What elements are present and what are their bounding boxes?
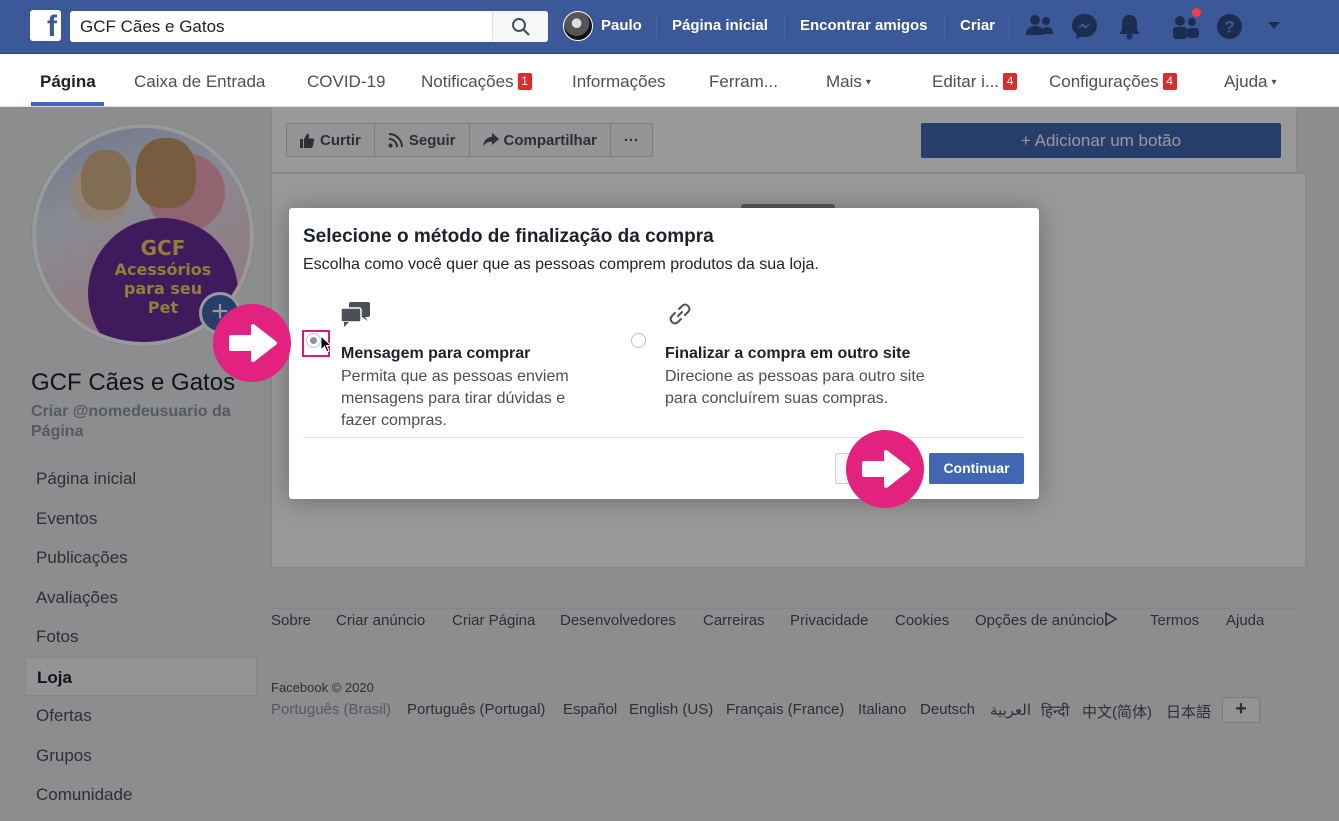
top-navigation-bar: f GCF Cães e Gatos Paulo Página inicial …	[0, 0, 1339, 54]
facebook-logo-icon[interactable]: f	[30, 10, 61, 43]
svg-text:?: ?	[1224, 18, 1234, 37]
continue-button[interactable]: Continuar	[929, 453, 1024, 484]
radio-checkout-other-site[interactable]	[631, 333, 646, 348]
dropdown-icon[interactable]	[1266, 20, 1282, 32]
create-link[interactable]: Criar	[960, 17, 995, 34]
dialog-divider	[303, 437, 1024, 438]
notifications-icon[interactable]	[1117, 13, 1142, 40]
home-link[interactable]: Página inicial	[672, 17, 768, 34]
tab-covid-19[interactable]: COVID-19	[307, 72, 385, 92]
profile-avatar[interactable]	[563, 11, 593, 41]
tab-ajuda[interactable]: Ajuda ▾	[1224, 72, 1277, 92]
mouse-cursor-icon	[320, 335, 332, 353]
friend-requests-icon[interactable]	[1026, 13, 1054, 39]
option-description: Permita que as pessoas enviem mensagens …	[341, 368, 569, 429]
dialog-title: Selecione o método de finalização da com…	[303, 226, 714, 247]
tab-pagina[interactable]: Página	[40, 72, 96, 92]
search-input[interactable]: GCF Cães e Gatos	[80, 17, 225, 37]
tab-mais[interactable]: Mais ▾	[826, 72, 871, 92]
tab-ferramentas[interactable]: Ferram...	[709, 72, 778, 92]
checkout-method-dialog: Selecione o método de finalização da com…	[289, 208, 1039, 499]
search-icon	[512, 18, 530, 36]
link-chain-icon	[669, 303, 691, 325]
messenger-icon[interactable]	[1071, 13, 1098, 40]
edit-badge: 4	[1003, 73, 1018, 90]
option-title: Finalizar a compra em outro site	[665, 345, 911, 362]
tab-informacoes[interactable]: Informações	[572, 72, 666, 92]
tab-editar-informacoes[interactable]: Editar i... 4	[932, 72, 1018, 92]
active-tab-indicator	[31, 102, 104, 106]
tab-caixa-de-entrada[interactable]: Caixa de Entrada	[134, 72, 265, 92]
find-friends-link[interactable]: Encontrar amigos	[800, 17, 928, 34]
search-button[interactable]	[492, 11, 548, 42]
page-tabs-bar: Página Caixa de Entrada COVID-19 Notific…	[0, 54, 1339, 107]
chat-bubbles-icon	[341, 302, 370, 327]
settings-badge: 4	[1162, 73, 1177, 90]
option-description: Direcione as pessoas para outro site par…	[665, 368, 925, 407]
dialog-subtitle: Escolha como você quer que as pessoas co…	[303, 256, 819, 273]
notification-dot	[1190, 6, 1203, 19]
caret-down-icon: ▾	[1271, 77, 1277, 88]
pink-arrow-pointer-icon	[846, 430, 924, 508]
tab-configuracoes[interactable]: Configurações 4	[1049, 72, 1177, 92]
tab-notificacoes[interactable]: Notificações 1	[421, 72, 532, 92]
help-icon[interactable]: ?	[1216, 13, 1243, 40]
search-box[interactable]: GCF Cães e Gatos	[70, 11, 548, 42]
pink-arrow-pointer-icon	[213, 304, 291, 382]
option-title: Mensagem para comprar	[341, 345, 531, 362]
notification-badge: 1	[517, 73, 532, 90]
profile-name-link[interactable]: Paulo	[601, 17, 642, 34]
caret-down-icon: ▾	[865, 77, 871, 88]
